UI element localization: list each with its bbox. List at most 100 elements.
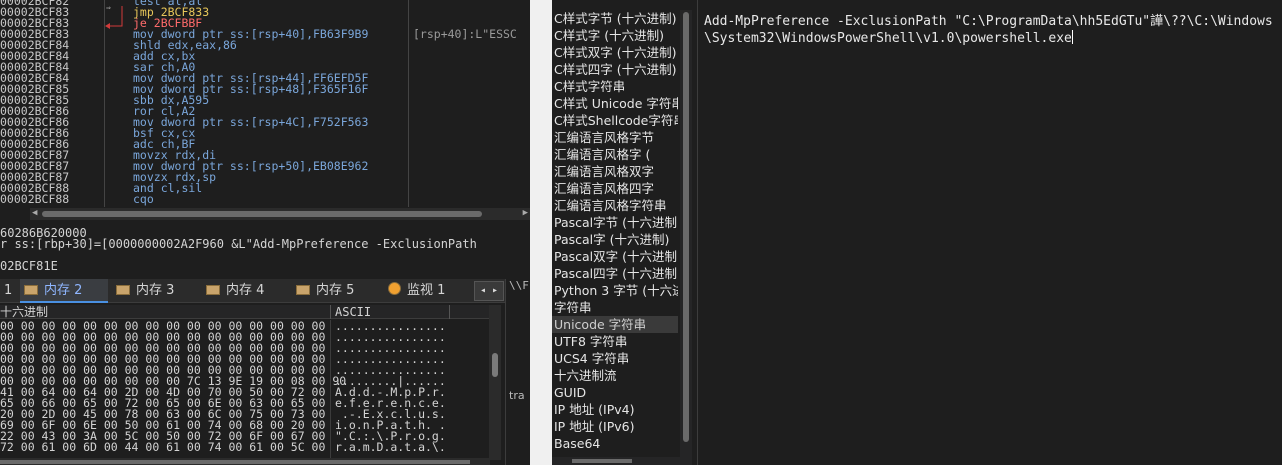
- disasm-address: 00002BCF83: [0, 29, 104, 40]
- disasm-address: 00002BCF85: [0, 95, 104, 106]
- format-list-item[interactable]: Unicode 字符串: [552, 316, 678, 333]
- format-list-item[interactable]: C样式字节 (十六进制): [552, 10, 678, 27]
- tab-memory-1[interactable]: 1: [0, 279, 20, 303]
- text-cursor: [1072, 30, 1073, 44]
- tab-label: 内存 2: [44, 283, 82, 298]
- scroll-thumb[interactable]: [572, 459, 632, 463]
- format-list-item[interactable]: 汇编语言风格双字: [552, 163, 678, 180]
- info-line-current: 02BCF81E: [0, 259, 58, 273]
- format-list-item[interactable]: 汇编语言风格字符串: [552, 197, 678, 214]
- format-list-item[interactable]: C样式字 (十六进制): [552, 27, 678, 44]
- column-divider: [330, 305, 331, 319]
- tab-scroll-buttons[interactable]: ◂ ▸: [474, 281, 504, 301]
- panel-edge-text: tra: [509, 389, 525, 402]
- copy-format-list[interactable]: C样式字节 (十六进制) C样式字 (十六进制) C样式双字 (十六进制) C样式四字…: [552, 10, 680, 465]
- output-text-area[interactable]: Add-MpPreference -ExclusionPath "C:\Prog…: [697, 0, 1282, 465]
- tab-memory-2[interactable]: 内存 2: [20, 279, 108, 303]
- adjacent-panel-edge: \\F tra: [505, 279, 530, 465]
- tab-label: 内存 5: [316, 283, 354, 298]
- memory-icon: [116, 285, 130, 295]
- memory-icon: [296, 285, 310, 295]
- format-list-item[interactable]: Pascal四字 (十六进制): [552, 265, 678, 282]
- tab-label: 内存 4: [226, 283, 264, 298]
- format-list-item[interactable]: Base64: [552, 435, 678, 452]
- memory-vertical-scrollbar[interactable]: [489, 305, 501, 460]
- format-list-horizontal-scrollbar[interactable]: [552, 457, 680, 465]
- disasm-comment: [rsp+40]:L"ESSC: [413, 29, 517, 40]
- disasm-address: 00002BCF83: [0, 18, 104, 29]
- format-list-item[interactable]: C样式 Unicode 字符串: [552, 95, 678, 112]
- format-list-item[interactable]: UTF8 字符串: [552, 333, 678, 350]
- disassembly-view[interactable]: ⇒ 00002BCF82 test al,al 00002BCF83 jmp 2BCF…: [0, 0, 530, 207]
- window-gap: [530, 0, 552, 465]
- format-list-item[interactable]: IP 地址 (IPv4): [552, 401, 678, 418]
- disasm-address: 00002BCF86: [0, 117, 104, 128]
- format-list-item[interactable]: C样式双字 (十六进制): [552, 44, 678, 61]
- format-list-item[interactable]: Pascal字 (十六进制): [552, 231, 678, 248]
- output-text[interactable]: Add-MpPreference -ExclusionPath "C:\Prog…: [704, 13, 1274, 47]
- disasm-address: 00002BCF84: [0, 40, 104, 51]
- memory-dump-view[interactable]: 00 00 00 00 00 00 00 00 00 00 00 00 00 0…: [0, 320, 490, 458]
- format-list-item[interactable]: GUID: [552, 384, 678, 401]
- output-text-content: Add-MpPreference -ExclusionPath "C:\Prog…: [704, 14, 1273, 46]
- disasm-address: 00002BCF87: [0, 161, 104, 172]
- format-list-item[interactable]: IP 地址 (IPv6): [552, 418, 678, 435]
- column-divider: [408, 0, 409, 207]
- format-list-item[interactable]: Pascal双字 (十六进制): [552, 248, 678, 265]
- format-list-item[interactable]: C样式字符串: [552, 78, 678, 95]
- scroll-thumb[interactable]: [42, 211, 482, 217]
- tab-label: 监视 1: [407, 283, 445, 298]
- format-list-item[interactable]: 汇编语言风格字 (: [552, 146, 678, 163]
- panel-edge-text: \\F: [509, 279, 529, 292]
- format-list-item[interactable]: 汇编语言风格四字: [552, 180, 678, 197]
- memory-ascii: r.a.m.D.a.t.a.\.: [335, 442, 446, 453]
- call-arrow-icon: ⇒: [106, 3, 111, 12]
- tab-label: 1: [4, 283, 12, 298]
- memory-icon: [206, 285, 220, 295]
- tab-memory-4[interactable]: 内存 4: [202, 279, 288, 303]
- format-list-item[interactable]: 汇编语言风格字节: [552, 129, 678, 146]
- format-list-item[interactable]: 十六进制流: [552, 367, 678, 384]
- disasm-address: 00002BCF88: [0, 183, 104, 194]
- memory-horizontal-scrollbar[interactable]: [0, 458, 490, 465]
- format-list-item[interactable]: C样式Shellcode字符串: [552, 112, 678, 129]
- tab-memory-5[interactable]: 内存 5: [292, 279, 378, 303]
- format-list-item[interactable]: Python 3 字节 (十六进制): [552, 282, 678, 299]
- tab-memory-3[interactable]: 内存 3: [112, 279, 198, 303]
- disasm-address: 00002BCF82: [0, 0, 104, 7]
- scroll-thumb[interactable]: [683, 12, 689, 442]
- format-list-item[interactable]: UCS4 字符串: [552, 350, 678, 367]
- scroll-thumb[interactable]: [0, 460, 470, 464]
- memory-icon: [24, 285, 38, 295]
- disasm-address: 00002BCF85: [0, 84, 104, 95]
- format-list-item[interactable]: C样式四字 (十六进制): [552, 61, 678, 78]
- disasm-address: 00002BCF84: [0, 62, 104, 73]
- disasm-instruction: cqo: [133, 194, 154, 205]
- column-divider: [330, 320, 331, 458]
- disasm-address: 00002BCF86: [0, 139, 104, 150]
- jump-arrow-icon: [110, 6, 122, 26]
- disasm-address: 00002BCF87: [0, 172, 104, 183]
- scroll-left-icon[interactable]: ◀: [32, 208, 37, 218]
- watch-icon: [388, 282, 401, 295]
- disasm-address: 00002BCF86: [0, 128, 104, 139]
- memory-hex-bytes: 72 00 61 00 6D 00 44 00 61 00 74 00 61 0…: [0, 442, 325, 453]
- tab-label: 内存 3: [136, 283, 174, 298]
- memory-tab-bar: 1 内存 2 内存 3 内存 4 内存 5 监视 1 ◂ ▸: [0, 279, 530, 303]
- disasm-address: 00002BCF83: [0, 7, 104, 18]
- ascii-column-header: ASCII: [335, 305, 371, 319]
- disasm-address: 00002BCF86: [0, 106, 104, 117]
- format-list-item[interactable]: Pascal字节 (十六进制): [552, 214, 678, 231]
- disasm-horizontal-scrollbar[interactable]: ◀ ▶: [30, 208, 530, 220]
- tab-watch-1[interactable]: 监视 1: [384, 279, 470, 303]
- disasm-address: 00002BCF84: [0, 51, 104, 62]
- debugger-pane: ⇒ 00002BCF82 test al,al 00002BCF83 jmp 2BCF…: [0, 0, 530, 465]
- disasm-address: 00002BCF84: [0, 73, 104, 84]
- scroll-thumb[interactable]: [492, 353, 498, 377]
- scroll-right-icon[interactable]: ▶: [523, 208, 528, 218]
- disasm-address: 00002BCF87: [0, 150, 104, 161]
- hex-column-header: 十六进制: [0, 305, 48, 319]
- disasm-address: 00002BCF88: [0, 194, 104, 205]
- format-list-scrollbar[interactable]: [680, 10, 692, 465]
- format-list-item[interactable]: 字符串: [552, 299, 678, 316]
